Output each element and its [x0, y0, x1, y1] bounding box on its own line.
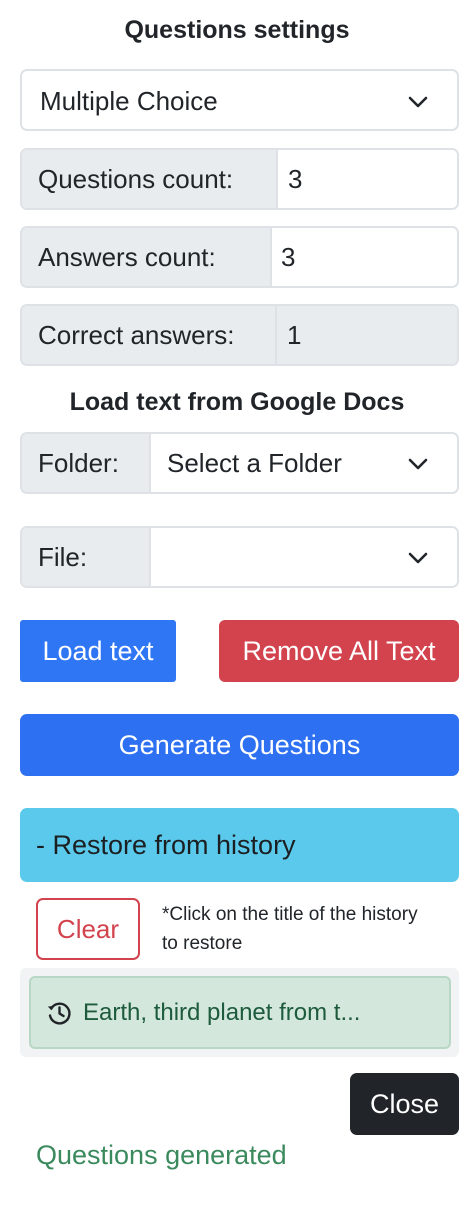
- questions-count-label: Questions count:: [22, 150, 278, 208]
- answers-count-input[interactable]: 3: [272, 228, 457, 286]
- questions-settings-title: Questions settings: [124, 16, 350, 44]
- answers-count-label: Answers count:: [22, 228, 272, 286]
- history-item-title: Earth, third planet from t...: [83, 998, 361, 1026]
- correct-answers-input: 1: [277, 306, 457, 364]
- history-icon: [47, 1002, 71, 1025]
- file-label: File:: [22, 528, 151, 586]
- history-item[interactable]: Earth, third planet from t...: [29, 976, 451, 1049]
- chevron-down-icon: [408, 96, 428, 108]
- folder-label: Folder:: [22, 434, 151, 492]
- load-text-button[interactable]: Load text: [20, 620, 176, 682]
- question-type-select[interactable]: Multiple Choice: [20, 69, 459, 131]
- folder-select-value: Select a Folder: [167, 448, 342, 478]
- google-docs-title: Load text from Google Docs: [69, 388, 405, 416]
- file-select[interactable]: [151, 528, 457, 586]
- folder-group: Folder: Select a Folder: [20, 432, 459, 494]
- questions-count-group: Questions count: 3: [20, 148, 459, 210]
- correct-answers-group: Correct answers: 1: [20, 304, 459, 366]
- history-hint: *Click on the title of the history to re…: [162, 904, 418, 954]
- file-group: File:: [20, 526, 459, 588]
- chevron-down-icon: [408, 552, 428, 564]
- correct-answers-label: Correct answers:: [22, 306, 277, 364]
- clear-history-button[interactable]: Clear: [36, 898, 140, 960]
- folder-select[interactable]: Select a Folder: [151, 434, 457, 492]
- generate-questions-button[interactable]: Generate Questions: [20, 714, 459, 776]
- question-type-value: Multiple Choice: [40, 86, 218, 116]
- restore-history-toggle[interactable]: - Restore from history: [20, 808, 459, 882]
- history-list: Earth, third planet from t...: [20, 968, 459, 1057]
- remove-all-text-button[interactable]: Remove All Text: [219, 620, 459, 682]
- close-button[interactable]: Close: [350, 1073, 459, 1135]
- questions-count-input[interactable]: 3: [278, 150, 457, 208]
- answers-count-group: Answers count: 3: [20, 226, 459, 288]
- chevron-down-icon: [408, 458, 428, 470]
- status-message: Questions generated: [36, 1140, 287, 1170]
